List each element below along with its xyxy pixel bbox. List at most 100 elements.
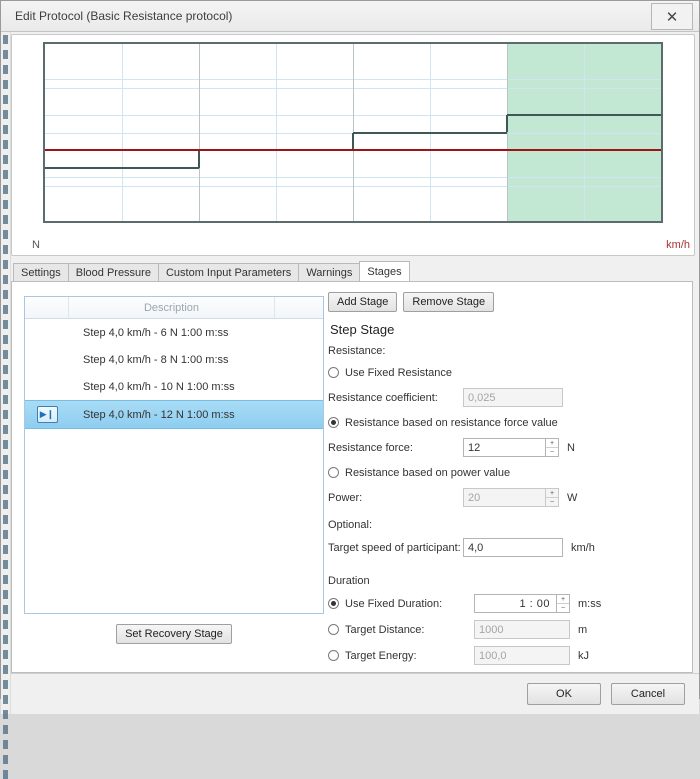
target-distance-unit: m bbox=[578, 623, 588, 636]
fixed-duration-row: Use Fixed Duration: 1 : 00 + − m:ss bbox=[328, 594, 682, 613]
table-row[interactable]: Step 4,0 km/h - 6 N 1:00 m:ss bbox=[25, 319, 323, 346]
tab-label: Settings bbox=[21, 267, 61, 279]
target-distance-row: Target Distance: 1000 m bbox=[328, 620, 682, 639]
column-header-description: Description bbox=[69, 297, 275, 318]
stepper-up-icon[interactable]: + bbox=[557, 595, 569, 604]
resistance-force-input[interactable]: 12 bbox=[463, 438, 546, 457]
dialog-footer: OK Cancel bbox=[1, 673, 699, 714]
column-header-extra bbox=[275, 297, 323, 318]
chart-step-riser bbox=[352, 132, 354, 151]
chart-step-segment bbox=[353, 131, 507, 134]
radio-icon-target-energy[interactable] bbox=[328, 650, 339, 661]
resistance-force-stepper[interactable]: + − bbox=[546, 438, 559, 457]
chart-gridline-v bbox=[199, 44, 200, 221]
radio-resistance-power-value[interactable]: Resistance based on power value bbox=[328, 464, 682, 481]
table-row[interactable]: ▶❙ Step 4,0 km/h - 12 N 1:00 m:ss bbox=[25, 400, 323, 429]
target-energy-unit: kJ bbox=[578, 649, 589, 662]
tab-custom-input-parameters[interactable]: Custom Input Parameters bbox=[157, 263, 300, 281]
fixed-duration-stepper[interactable]: + − bbox=[557, 594, 570, 613]
stepper-up-icon[interactable]: + bbox=[546, 489, 558, 498]
chart-y-axis-unit: N bbox=[32, 239, 40, 251]
table-row[interactable]: Step 4,0 km/h - 8 N 1:00 m:ss bbox=[25, 346, 323, 373]
tab-blood-pressure[interactable]: Blood Pressure bbox=[67, 263, 159, 281]
radio-icon-target-distance[interactable] bbox=[328, 624, 339, 635]
stage-detail-heading: Step Stage bbox=[330, 322, 395, 337]
chart-gridline-v bbox=[122, 44, 123, 221]
radio-icon-resistance-force bbox=[328, 417, 339, 428]
chart-plot-area: 0510152002468100:301:001:302:002:303:003… bbox=[43, 42, 663, 223]
tab-settings[interactable]: Settings bbox=[13, 263, 69, 281]
set-recovery-stage-button[interactable]: Set Recovery Stage bbox=[116, 624, 232, 644]
chart-step-riser bbox=[198, 150, 200, 168]
target-speed-unit: km/h bbox=[571, 541, 595, 554]
fixed-duration-input[interactable]: 1 : 00 bbox=[474, 594, 557, 613]
tab-label: Warnings bbox=[306, 267, 353, 279]
protocol-chart: 0510152002468100:301:001:302:002:303:003… bbox=[11, 34, 695, 256]
power-label: Power: bbox=[328, 491, 363, 504]
table-row[interactable]: Step 4,0 km/h - 10 N 1:00 m:ss bbox=[25, 373, 323, 400]
cancel-button[interactable]: Cancel bbox=[611, 683, 685, 705]
resistance-coefficient-input[interactable]: 0,025 bbox=[463, 388, 563, 407]
duration-group-label: Duration bbox=[328, 575, 370, 587]
page-title: Edit Protocol (Basic Resistance protocol… bbox=[15, 9, 233, 23]
stepper-down-icon[interactable]: − bbox=[546, 498, 558, 506]
target-energy-label: Target Energy: bbox=[345, 649, 417, 662]
target-distance-label: Target Distance: bbox=[345, 623, 425, 636]
row-description-cell: Step 4,0 km/h - 12 N 1:00 m:ss bbox=[83, 408, 235, 421]
remove-stage-button[interactable]: Remove Stage bbox=[403, 292, 495, 312]
ok-button[interactable]: OK bbox=[527, 683, 601, 705]
chart-step-segment bbox=[45, 166, 199, 169]
resistance-force-unit: N bbox=[567, 441, 575, 454]
tab-warnings[interactable]: Warnings bbox=[298, 263, 361, 281]
stages-tab-panel: Description Step 4,0 km/h - 6 N 1:00 m:s… bbox=[11, 281, 693, 673]
row-description-cell: Step 4,0 km/h - 8 N 1:00 m:ss bbox=[83, 353, 229, 366]
fixed-duration-label: Use Fixed Duration: bbox=[345, 597, 443, 610]
tab-stages[interactable]: Stages bbox=[359, 261, 410, 281]
stage-table-body: Step 4,0 km/h - 6 N 1:00 m:ss Step 4,0 km… bbox=[25, 319, 323, 613]
column-header-icon bbox=[25, 297, 69, 318]
radio-icon-fixed-duration[interactable] bbox=[328, 598, 339, 609]
target-speed-input[interactable]: 4,0 bbox=[463, 538, 563, 557]
dialog-content: 0510152002468100:301:001:302:002:303:003… bbox=[1, 32, 699, 779]
power-row: Power: 20 + − W bbox=[328, 488, 682, 507]
stepper-down-icon[interactable]: − bbox=[557, 604, 569, 612]
target-distance-input[interactable]: 1000 bbox=[474, 620, 570, 639]
power-unit: W bbox=[567, 491, 578, 504]
chart-step-riser bbox=[506, 114, 508, 133]
stepper-up-icon[interactable]: + bbox=[546, 439, 558, 448]
target-energy-input[interactable]: 100,0 bbox=[474, 646, 570, 665]
chart-gridline-v bbox=[276, 44, 277, 221]
add-stage-button[interactable]: Add Stage bbox=[328, 292, 398, 312]
radio-use-fixed-resistance[interactable]: Use Fixed Resistance bbox=[328, 364, 682, 381]
target-speed-row: Target speed of participant: 4,0 km/h bbox=[328, 538, 682, 557]
resistance-coefficient-label: Resistance coefficient: bbox=[328, 391, 438, 404]
resistance-force-label: Resistance force: bbox=[328, 441, 413, 454]
close-icon[interactable]: ✕ bbox=[651, 3, 693, 30]
row-description-cell: Step 4,0 km/h - 10 N 1:00 m:ss bbox=[83, 380, 235, 393]
left-gutter bbox=[1, 32, 11, 779]
chart-step-segment bbox=[507, 113, 661, 116]
radio-resistance-force-value[interactable]: Resistance based on resistance force val… bbox=[328, 414, 682, 431]
chart-y2-axis-unit: km/h bbox=[666, 239, 690, 251]
row-icon-cell: ▶❙ bbox=[25, 406, 69, 423]
radio-label-resistance-force: Resistance based on resistance force val… bbox=[345, 416, 558, 429]
power-stepper[interactable]: + − bbox=[546, 488, 559, 507]
chart-gridline-v bbox=[507, 44, 508, 221]
title-bar: Edit Protocol (Basic Resistance protocol… bbox=[1, 1, 699, 32]
power-input[interactable]: 20 bbox=[463, 488, 546, 507]
skip-to-end-icon: ▶❙ bbox=[36, 406, 58, 423]
target-energy-row: Target Energy: 100,0 kJ bbox=[328, 646, 682, 665]
stage-table: Description Step 4,0 km/h - 6 N 1:00 m:s… bbox=[24, 296, 324, 614]
tab-label: Stages bbox=[367, 266, 402, 278]
stepper-down-icon[interactable]: − bbox=[546, 448, 558, 456]
resistance-coefficient-row: Resistance coefficient: 0,025 bbox=[328, 388, 682, 407]
stage-detail-pane: Add Stage Remove Stage Step Stage Resist… bbox=[324, 282, 692, 672]
resistance-group-label: Resistance: bbox=[328, 345, 386, 357]
fixed-duration-unit: m:ss bbox=[578, 597, 602, 610]
radio-label-fixed-resistance: Use Fixed Resistance bbox=[345, 366, 452, 379]
target-speed-label: Target speed of participant: bbox=[328, 541, 461, 554]
radio-icon-power-value bbox=[328, 467, 339, 478]
stage-action-buttons: Add Stage Remove Stage bbox=[328, 292, 682, 312]
chart-target-speed-line bbox=[45, 149, 661, 152]
chart-gridline-v bbox=[584, 44, 585, 221]
